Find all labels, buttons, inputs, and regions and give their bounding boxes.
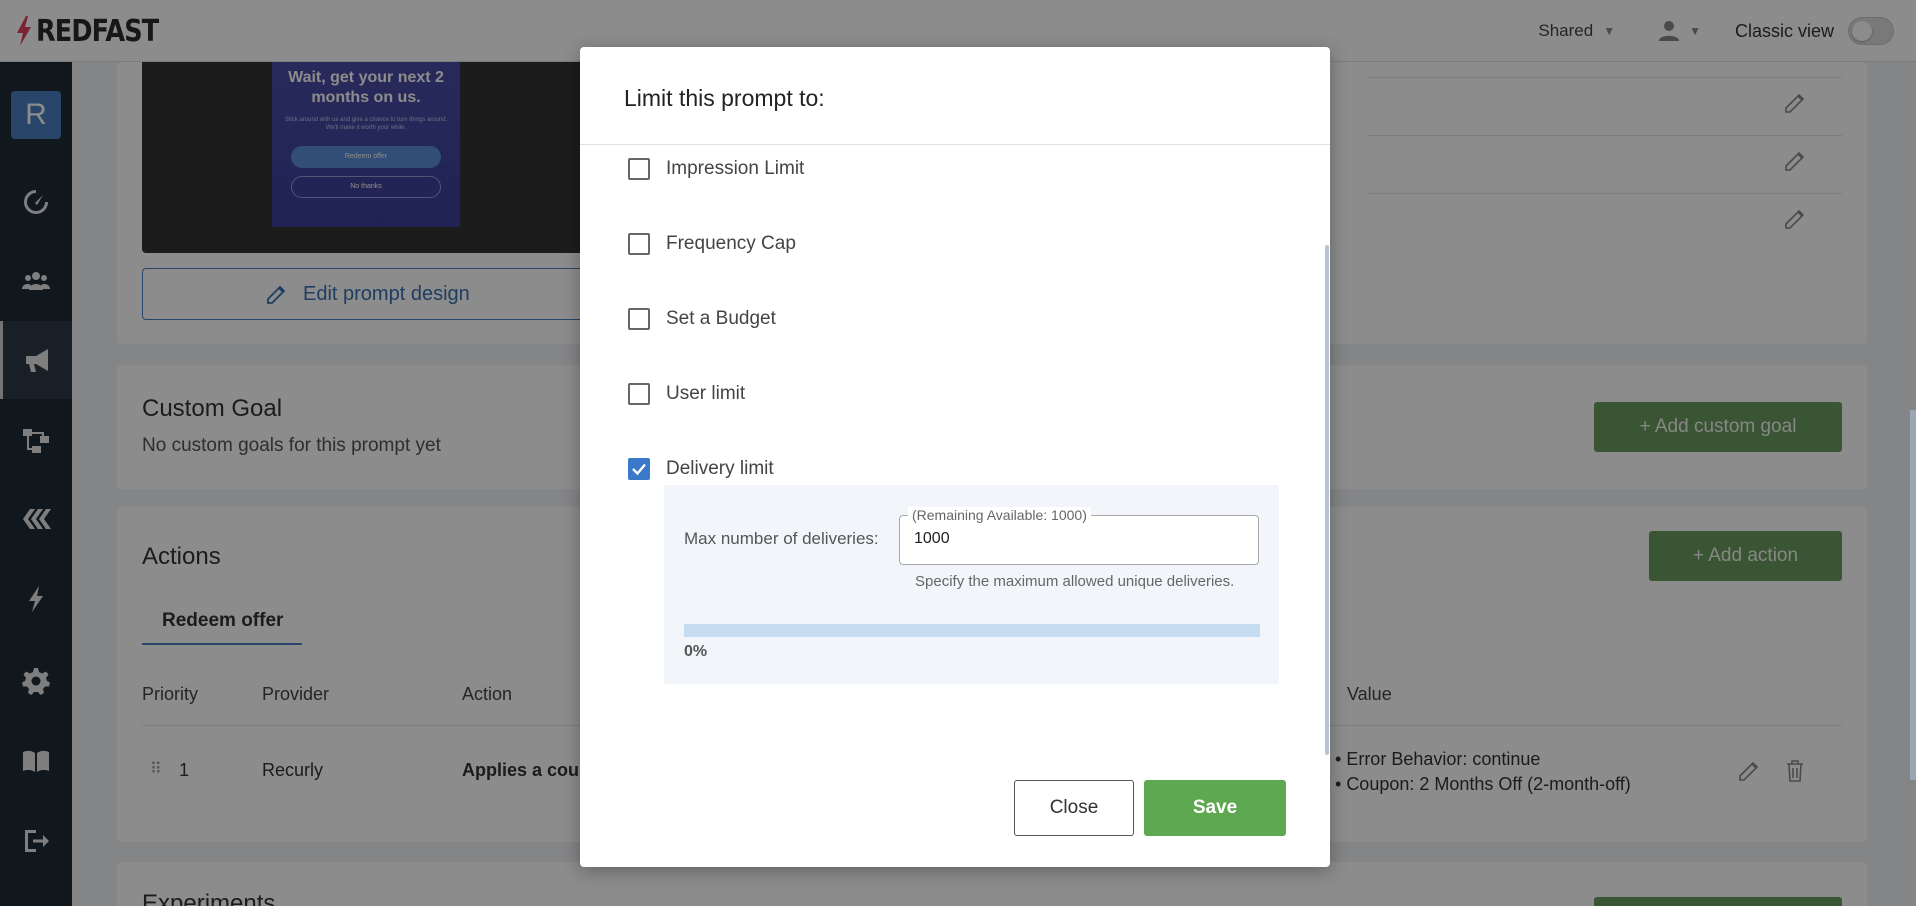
option-impression-limit[interactable]: Impression Limit (628, 154, 804, 184)
delivery-limit-checkbox[interactable] (628, 458, 650, 480)
option-set-a-budget[interactable]: Set a Budget (628, 304, 776, 334)
modal-scrollbar-thumb[interactable] (1325, 245, 1329, 755)
frequency-cap-checkbox[interactable] (628, 233, 650, 255)
option-user-limit[interactable]: User limit (628, 379, 745, 409)
max-deliveries-input[interactable] (914, 530, 1244, 548)
set-a-budget-label: Set a Budget (666, 308, 776, 329)
option-delivery-limit[interactable]: Delivery limit (628, 454, 774, 484)
delivery-limit-label: Delivery limit (666, 458, 774, 479)
set-a-budget-checkbox[interactable] (628, 308, 650, 330)
impression-limit-checkbox[interactable] (628, 158, 650, 180)
user-limit-label: User limit (666, 383, 746, 404)
option-frequency-cap[interactable]: Frequency Cap (628, 229, 796, 259)
max-deliveries-field[interactable]: (Remaining Available: 1000) (899, 507, 1259, 565)
modal-title: Limit this prompt to: (624, 85, 825, 111)
remaining-available-legend: (Remaining Available: 1000) (908, 507, 1091, 523)
impression-limit-label: Impression Limit (666, 158, 805, 179)
max-deliveries-help: Specify the maximum allowed unique deliv… (915, 573, 1235, 590)
max-deliveries-label: Max number of deliveries: (684, 529, 879, 548)
close-button[interactable]: Close (1014, 780, 1134, 836)
check-icon (632, 463, 646, 476)
delivery-limit-panel: Max number of deliveries: (Remaining Ava… (664, 485, 1279, 684)
user-limit-checkbox[interactable] (628, 383, 650, 405)
limit-prompt-modal: Limit this prompt to: Impression Limit F… (580, 47, 1330, 867)
page-scrollbar-thumb[interactable] (1910, 410, 1916, 780)
delivery-progress-label: 0% (684, 643, 708, 660)
frequency-cap-label: Frequency Cap (666, 233, 796, 254)
delivery-progress-bar (684, 624, 1260, 637)
save-button[interactable]: Save (1144, 780, 1286, 836)
modal-header-divider (580, 144, 1330, 145)
